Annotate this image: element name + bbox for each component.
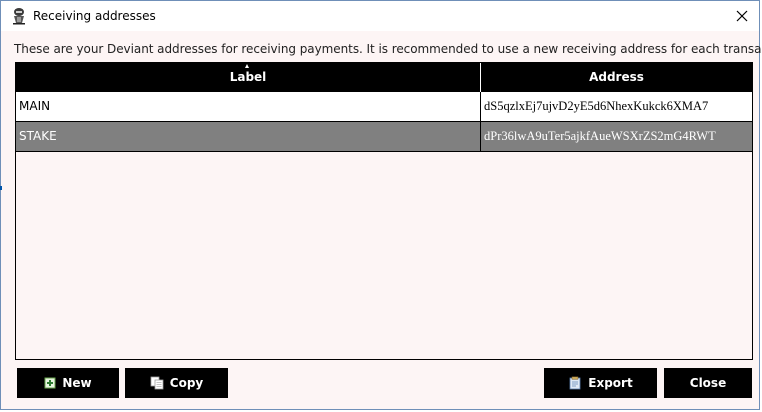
receiving-addresses-dialog: Receiving addresses These are your Devia…	[0, 0, 762, 410]
table-row[interactable]: MAIN dS5qzlxEj7ujvD2yE5d6NhexKukck6XMA7	[16, 92, 752, 122]
column-divider	[480, 122, 481, 151]
export-icon	[569, 376, 581, 390]
copy-button-label: Copy	[169, 376, 204, 390]
new-button[interactable]: New	[17, 368, 119, 398]
row-address-cell: dS5qzlxEj7ujvD2yE5d6NhexKukck6XMA7	[484, 99, 709, 113]
export-button[interactable]: Export	[544, 368, 657, 398]
window-title: Receiving addresses	[33, 9, 156, 23]
description-text: These are your Deviant addresses for rec…	[14, 42, 762, 56]
column-divider	[480, 92, 481, 121]
copy-button[interactable]: Copy	[125, 368, 228, 398]
new-button-label: New	[62, 376, 92, 390]
copy-icon	[150, 376, 164, 390]
deviant-app-icon	[13, 8, 25, 25]
add-icon	[44, 377, 56, 389]
table-header: Label Address	[16, 63, 752, 92]
column-header-address[interactable]: Address	[481, 63, 752, 92]
sort-ascending-icon	[245, 64, 249, 68]
close-button[interactable]: Close	[664, 368, 752, 398]
row-label-cell: STAKE	[19, 129, 57, 143]
close-button-label: Close	[689, 376, 727, 390]
address-table: Label Address MAIN dS5qzlxEj7ujvD2yE5d6N…	[15, 62, 753, 360]
row-address-cell: dPr36lwA9uTer5ajkfAueWSXrZS2mG4RWT	[484, 129, 716, 143]
title-bar[interactable]: Receiving addresses	[1, 1, 759, 31]
window-edge-marker	[0, 186, 2, 190]
table-row-selected[interactable]: STAKE dPr36lwA9uTer5ajkfAueWSXrZS2mG4RWT	[16, 122, 752, 152]
close-icon[interactable]	[731, 5, 753, 27]
export-button-label: Export	[588, 376, 633, 390]
row-label-cell: MAIN	[19, 99, 51, 113]
